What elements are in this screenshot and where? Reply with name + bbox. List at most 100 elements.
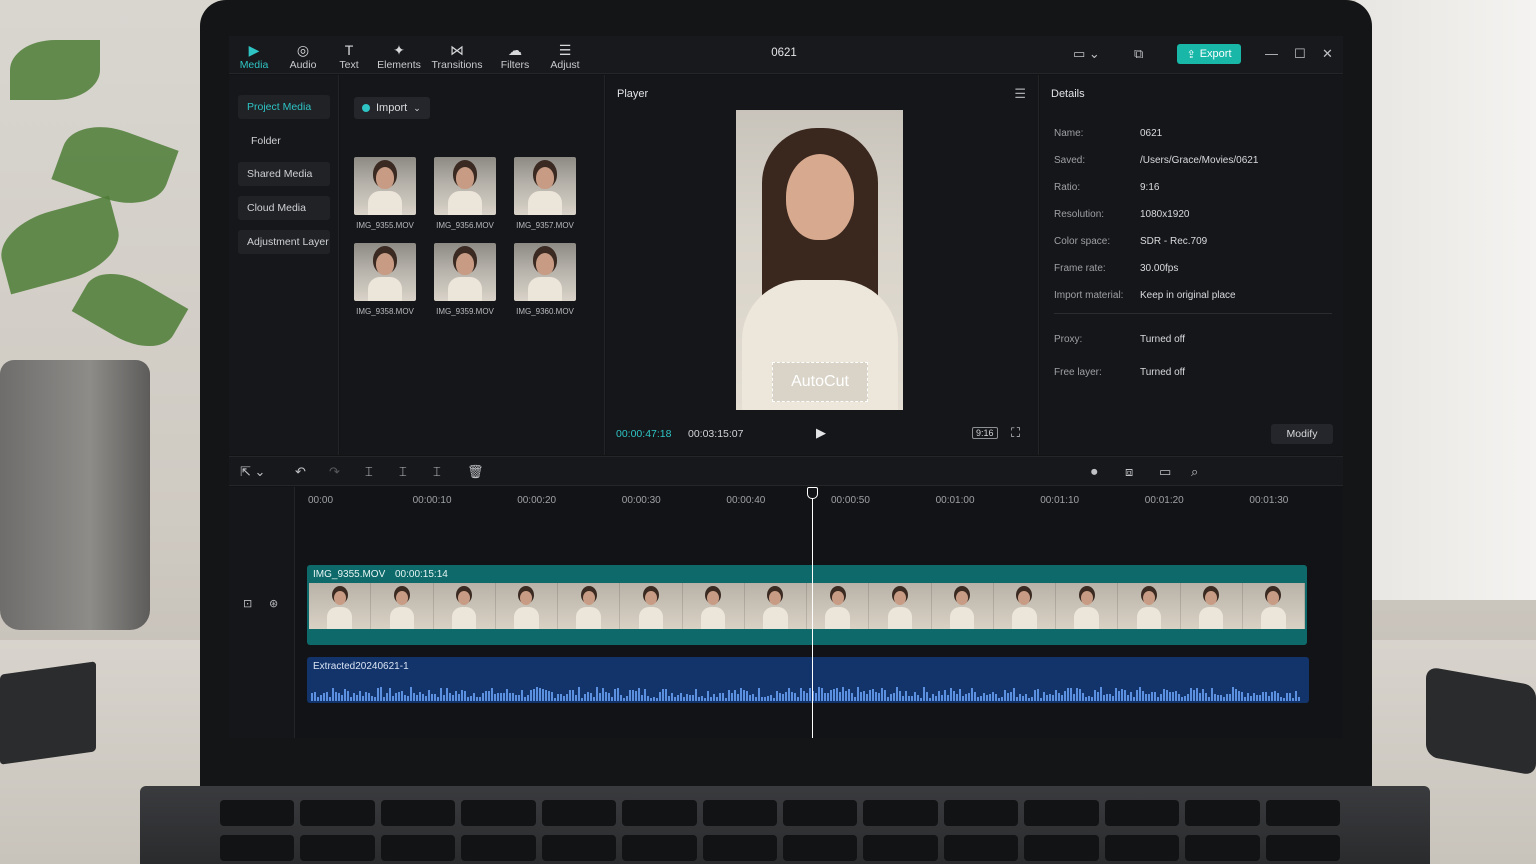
- waveform-bar: [1001, 697, 1003, 701]
- tool-adjust[interactable]: ☰ Adjust: [537, 41, 593, 71]
- waveform-bar: [827, 692, 829, 701]
- waveform-bar: [545, 689, 547, 701]
- waveform-bar: [830, 690, 832, 701]
- media-clip[interactable]: IMG_9356.MOV: [434, 157, 496, 230]
- sidebar-item-adjustment-layer[interactable]: Adjustment Layer: [238, 230, 330, 254]
- waveform-bar: [887, 697, 889, 701]
- waveform-bar: [608, 692, 610, 701]
- waveform-bar: [1280, 696, 1282, 701]
- waveform-bar: [1259, 695, 1261, 701]
- timeline[interactable]: ⊡ ⊛ 00:00 00:00:10 00:00:20 00:00:30 00:00:4…: [229, 487, 1343, 738]
- delete-icon[interactable]: 🗑: [467, 464, 484, 480]
- playhead-handle[interactable]: [807, 487, 818, 499]
- import-button[interactable]: Import ⌄: [354, 97, 430, 119]
- plant-leaf: [51, 113, 179, 217]
- waveform-bar: [683, 697, 685, 701]
- waveform-bar: [311, 692, 313, 701]
- waveform-bar: [1193, 689, 1195, 701]
- sidebar-item-folder[interactable]: Folder: [238, 129, 330, 153]
- waveform-bar: [350, 697, 352, 701]
- waveform-bar: [536, 687, 538, 701]
- waveform-bar: [1085, 697, 1087, 701]
- waveform-bar: [869, 689, 871, 701]
- waveform-bar: [611, 696, 613, 701]
- select-cursor-icon[interactable]: ⇱ ⌄: [240, 464, 265, 480]
- waveform-bar: [374, 697, 376, 701]
- detail-key: Saved:: [1054, 155, 1086, 166]
- redo-icon[interactable]: ↷: [329, 464, 340, 480]
- waveform-bar: [1289, 692, 1291, 701]
- media-clip[interactable]: IMG_9359.MOV: [434, 243, 496, 316]
- waveform-bar: [1160, 693, 1162, 701]
- track-audio-icon[interactable]: ⊛: [269, 597, 278, 610]
- caption-icon[interactable]: ▭: [1159, 464, 1171, 480]
- screen-icon[interactable]: ⧉: [1134, 46, 1143, 62]
- sidebar-item-project-media[interactable]: Project Media: [238, 95, 330, 119]
- waveform-bar: [764, 697, 766, 701]
- menu-icon[interactable]: ☰: [1014, 86, 1026, 102]
- waveform-bar: [449, 692, 451, 701]
- modify-button[interactable]: Modify: [1271, 424, 1333, 444]
- track-cover-icon[interactable]: ⊡: [243, 597, 252, 610]
- waveform-bar: [689, 695, 691, 701]
- detail-key: Name:: [1054, 128, 1084, 139]
- layout-icon[interactable]: ▭ ⌄: [1073, 46, 1100, 62]
- media-library: Import ⌄ IMG_9355.MOV IMG_9356.MOV IMG_935…: [340, 75, 605, 455]
- tool-text[interactable]: T Text: [321, 41, 377, 71]
- detail-row: Resolution: 1080x1920: [1054, 209, 1190, 220]
- detail-value: SDR - Rec.709: [1140, 236, 1208, 247]
- detail-value: /Users/Grace/Movies/0621: [1140, 155, 1259, 166]
- split-icon[interactable]: ⌶: [365, 464, 373, 480]
- zoom-icon[interactable]: ⌕: [1191, 464, 1198, 480]
- microphone-icon[interactable]: ⏺: [1091, 464, 1098, 480]
- playhead[interactable]: [812, 487, 813, 738]
- waveform-bar: [1055, 689, 1057, 701]
- tool-transitions[interactable]: ⋈ Transitions: [429, 41, 485, 71]
- maximize-icon[interactable]: ☐: [1294, 46, 1306, 62]
- sidebar-item-shared-media[interactable]: Shared Media: [238, 162, 330, 186]
- tool-filters[interactable]: ☁ Filters: [487, 41, 543, 71]
- detail-key: Ratio:: [1054, 182, 1081, 193]
- current-time: 00:00:47:18: [616, 428, 672, 440]
- detail-row: Ratio: 9:16: [1054, 182, 1159, 193]
- tool-label: Media: [239, 59, 269, 71]
- audio-clip[interactable]: Extracted20240621-1: [307, 657, 1309, 703]
- video-preview[interactable]: AutoCut: [736, 110, 903, 410]
- split-left-icon[interactable]: ⌶: [399, 464, 407, 480]
- waveform-bar: [1052, 695, 1054, 701]
- media-clip[interactable]: IMG_9360.MOV: [514, 243, 576, 316]
- ratio-button[interactable]: 9:16: [972, 427, 998, 439]
- minimize-icon[interactable]: —: [1265, 46, 1278, 62]
- undo-icon[interactable]: ↶: [295, 464, 306, 480]
- link-icon[interactable]: ⧈: [1125, 464, 1133, 480]
- media-clip[interactable]: IMG_9355.MOV: [354, 157, 416, 230]
- tool-elements[interactable]: ✦ Elements: [371, 41, 427, 71]
- waveform-bar: [1124, 690, 1126, 701]
- media-clip[interactable]: IMG_9358.MOV: [354, 243, 416, 316]
- waveform-bar: [371, 696, 373, 701]
- waveform-bar: [632, 690, 634, 701]
- waveform-bar: [605, 691, 607, 701]
- waveform-bar: [1118, 691, 1120, 701]
- waveform-bar: [884, 690, 886, 701]
- autocut-text-overlay[interactable]: AutoCut: [772, 362, 868, 402]
- split-right-icon[interactable]: ⌶: [433, 464, 441, 480]
- media-clip[interactable]: IMG_9357.MOV: [514, 157, 576, 230]
- video-clip[interactable]: IMG_9355.MOV 00:00:15:14: [307, 565, 1307, 645]
- waveform-bar: [542, 688, 544, 701]
- waveform-bar: [467, 696, 469, 701]
- tool-label: Filters: [500, 59, 530, 71]
- close-icon[interactable]: ✕: [1322, 46, 1333, 62]
- waveform-bar: [1229, 694, 1231, 701]
- sidebar-item-cloud-media[interactable]: Cloud Media: [238, 196, 330, 220]
- waveform-bar: [1037, 688, 1039, 701]
- video-frame: [744, 583, 807, 629]
- video-frame: [869, 583, 932, 629]
- waveform-bar: [1262, 692, 1264, 701]
- fullscreen-icon[interactable]: ⛶: [1011, 425, 1020, 441]
- play-icon[interactable]: ▶: [816, 425, 826, 441]
- waveform-bar: [530, 689, 532, 701]
- clip-thumbnail: [354, 157, 416, 215]
- clip-thumbnail: [514, 157, 576, 215]
- export-button[interactable]: ⇪ Export: [1177, 44, 1241, 64]
